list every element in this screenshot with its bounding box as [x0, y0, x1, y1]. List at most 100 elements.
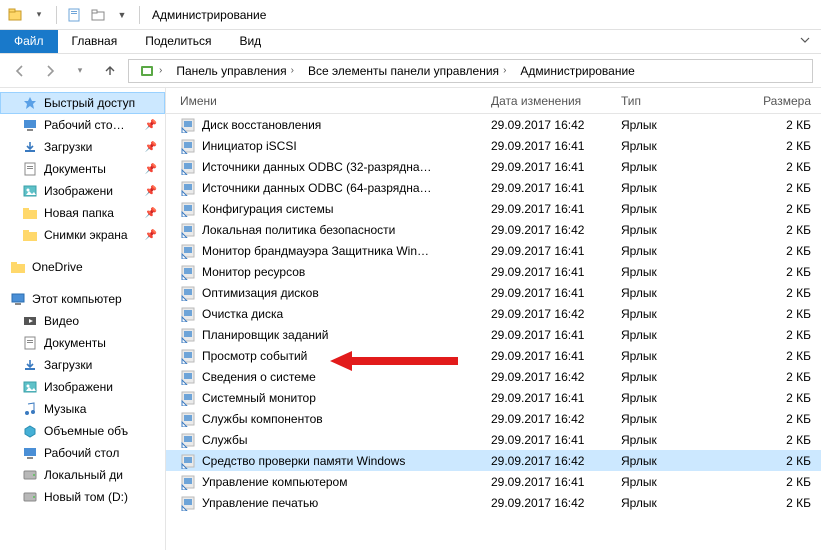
tab-view[interactable]: Вид: [225, 30, 275, 53]
sidebar-pinned-item[interactable]: Документы📌: [0, 158, 165, 180]
file-size-cell: 2 КБ: [731, 433, 821, 447]
file-row[interactable]: Диск восстановления29.09.2017 16:42Ярлык…: [166, 114, 821, 135]
file-row[interactable]: Системный монитор29.09.2017 16:41Ярлык2 …: [166, 387, 821, 408]
file-name-cell: Источники данных ODBC (32-разрядна…: [166, 159, 481, 175]
file-row[interactable]: Оптимизация дисков29.09.2017 16:41Ярлык2…: [166, 282, 821, 303]
file-row[interactable]: Управление печатью29.09.2017 16:42Ярлык2…: [166, 492, 821, 513]
file-row[interactable]: Средство проверки памяти Windows29.09.20…: [166, 450, 821, 471]
column-header-size[interactable]: Размера: [731, 94, 821, 108]
file-name-cell: Управление компьютером: [166, 474, 481, 490]
file-date-cell: 29.09.2017 16:41: [481, 286, 611, 300]
file-row[interactable]: Источники данных ODBC (64-разрядна…29.09…: [166, 177, 821, 198]
file-date-cell: 29.09.2017 16:42: [481, 412, 611, 426]
new-folder-icon[interactable]: [87, 4, 109, 26]
file-type-cell: Ярлык: [611, 160, 731, 174]
column-headers: Имени Дата изменения Тип Размера: [166, 88, 821, 114]
sidebar-pc-item[interactable]: Документы: [0, 332, 165, 354]
ribbon-expand-icon[interactable]: [789, 30, 821, 53]
sidebar-pc-item[interactable]: Локальный ди: [0, 464, 165, 486]
file-row[interactable]: Сведения о системе29.09.2017 16:42Ярлык2…: [166, 366, 821, 387]
file-name: Службы: [202, 433, 247, 447]
nav-up-icon[interactable]: [98, 59, 122, 83]
sidebar-pc-item[interactable]: Объемные объ: [0, 420, 165, 442]
shortcut-icon: [180, 138, 196, 154]
sidebar-item-label: Объемные объ: [44, 424, 128, 438]
file-name: Диск восстановления: [202, 118, 321, 132]
file-name-cell: Просмотр событий: [166, 348, 481, 364]
breadcrumb-item[interactable]: Панель управления›: [170, 64, 300, 78]
file-row[interactable]: Конфигурация системы29.09.2017 16:41Ярлы…: [166, 198, 821, 219]
app-icon[interactable]: [4, 4, 26, 26]
shortcut-icon: [180, 474, 196, 490]
file-name: Просмотр событий: [202, 349, 307, 363]
file-size-cell: 2 КБ: [731, 160, 821, 174]
tab-home[interactable]: Главная: [58, 30, 132, 53]
file-date-cell: 29.09.2017 16:41: [481, 328, 611, 342]
qat-dropdown-icon[interactable]: ▾: [28, 4, 50, 26]
file-name-cell: Диск восстановления: [166, 117, 481, 133]
file-name-cell: Оптимизация дисков: [166, 285, 481, 301]
sidebar-onedrive[interactable]: OneDrive: [0, 256, 165, 278]
file-type-cell: Ярлык: [611, 307, 731, 321]
chevron-right-icon: ›: [291, 65, 294, 76]
file-date-cell: 29.09.2017 16:41: [481, 202, 611, 216]
desktop-icon: [22, 117, 38, 133]
sidebar-pinned-item[interactable]: Новая папка📌: [0, 202, 165, 224]
column-header-date[interactable]: Дата изменения: [481, 94, 611, 108]
documents-icon: [22, 335, 38, 351]
file-row[interactable]: Службы29.09.2017 16:41Ярлык2 КБ: [166, 429, 821, 450]
pin-icon: 📌: [145, 230, 161, 241]
qat-customize-icon[interactable]: ▼: [111, 4, 133, 26]
file-row[interactable]: Просмотр событий29.09.2017 16:41Ярлык2 К…: [166, 345, 821, 366]
nav-recent-icon[interactable]: ▾: [68, 59, 92, 83]
sidebar-pinned-item[interactable]: Изображени📌: [0, 180, 165, 202]
file-row[interactable]: Локальная политика безопасности29.09.201…: [166, 219, 821, 240]
sidebar-pinned-item[interactable]: Рабочий сто…📌: [0, 114, 165, 136]
navigation-pane[interactable]: Быстрый доступ Рабочий сто…📌Загрузки📌Док…: [0, 88, 166, 550]
sidebar-pinned-item[interactable]: Загрузки📌: [0, 136, 165, 158]
breadcrumb-item[interactable]: Все элементы панели управления›: [302, 64, 512, 78]
sidebar-pc-item[interactable]: Загрузки: [0, 354, 165, 376]
file-date-cell: 29.09.2017 16:42: [481, 223, 611, 237]
nav-back-icon[interactable]: [8, 59, 32, 83]
sidebar-pc-item[interactable]: Новый том (D:): [0, 486, 165, 508]
file-name: Оптимизация дисков: [202, 286, 319, 300]
file-list[interactable]: Имени Дата изменения Тип Размера Диск во…: [166, 88, 821, 550]
nav-forward-icon[interactable]: [38, 59, 62, 83]
file-row[interactable]: Источники данных ODBC (32-разрядна…29.09…: [166, 156, 821, 177]
3d-icon: [22, 423, 38, 439]
sidebar-quick-access[interactable]: Быстрый доступ: [0, 92, 165, 114]
sidebar-pc-item[interactable]: Видео: [0, 310, 165, 332]
file-row[interactable]: Управление компьютером29.09.2017 16:41Яр…: [166, 471, 821, 492]
shortcut-icon: [180, 348, 196, 364]
shortcut-icon: [180, 453, 196, 469]
breadcrumb-item[interactable]: Администрирование: [514, 64, 640, 78]
sidebar-pc-item[interactable]: Изображени: [0, 376, 165, 398]
breadcrumb[interactable]: › Панель управления› Все элементы панели…: [128, 59, 813, 83]
file-row[interactable]: Монитор ресурсов29.09.2017 16:41Ярлык2 К…: [166, 261, 821, 282]
breadcrumb-root-icon[interactable]: ›: [133, 63, 168, 79]
properties-icon[interactable]: [63, 4, 85, 26]
tab-file[interactable]: Файл: [0, 30, 58, 53]
file-date-cell: 29.09.2017 16:41: [481, 139, 611, 153]
tab-share[interactable]: Поделиться: [131, 30, 225, 53]
column-header-name[interactable]: Имени: [166, 94, 481, 108]
column-header-type[interactable]: Тип: [611, 94, 731, 108]
file-size-cell: 2 КБ: [731, 139, 821, 153]
file-row[interactable]: Очистка диска29.09.2017 16:42Ярлык2 КБ: [166, 303, 821, 324]
file-row[interactable]: Инициатор iSCSI29.09.2017 16:41Ярлык2 КБ: [166, 135, 821, 156]
sidebar-pinned-item[interactable]: Снимки экрана📌: [0, 224, 165, 246]
file-name: Управление компьютером: [202, 475, 347, 489]
file-name-cell: Очистка диска: [166, 306, 481, 322]
file-type-cell: Ярлык: [611, 139, 731, 153]
sidebar-pc-item[interactable]: Музыка: [0, 398, 165, 420]
sidebar-pc-item[interactable]: Рабочий стол: [0, 442, 165, 464]
file-row[interactable]: Монитор брандмауэра Защитника Win…29.09.…: [166, 240, 821, 261]
file-date-cell: 29.09.2017 16:42: [481, 370, 611, 384]
file-row[interactable]: Планировщик заданий29.09.2017 16:41Ярлык…: [166, 324, 821, 345]
file-name-cell: Источники данных ODBC (64-разрядна…: [166, 180, 481, 196]
file-row[interactable]: Службы компонентов29.09.2017 16:42Ярлык2…: [166, 408, 821, 429]
file-date-cell: 29.09.2017 16:42: [481, 496, 611, 510]
file-size-cell: 2 КБ: [731, 496, 821, 510]
sidebar-this-pc[interactable]: Этот компьютер: [0, 288, 165, 310]
